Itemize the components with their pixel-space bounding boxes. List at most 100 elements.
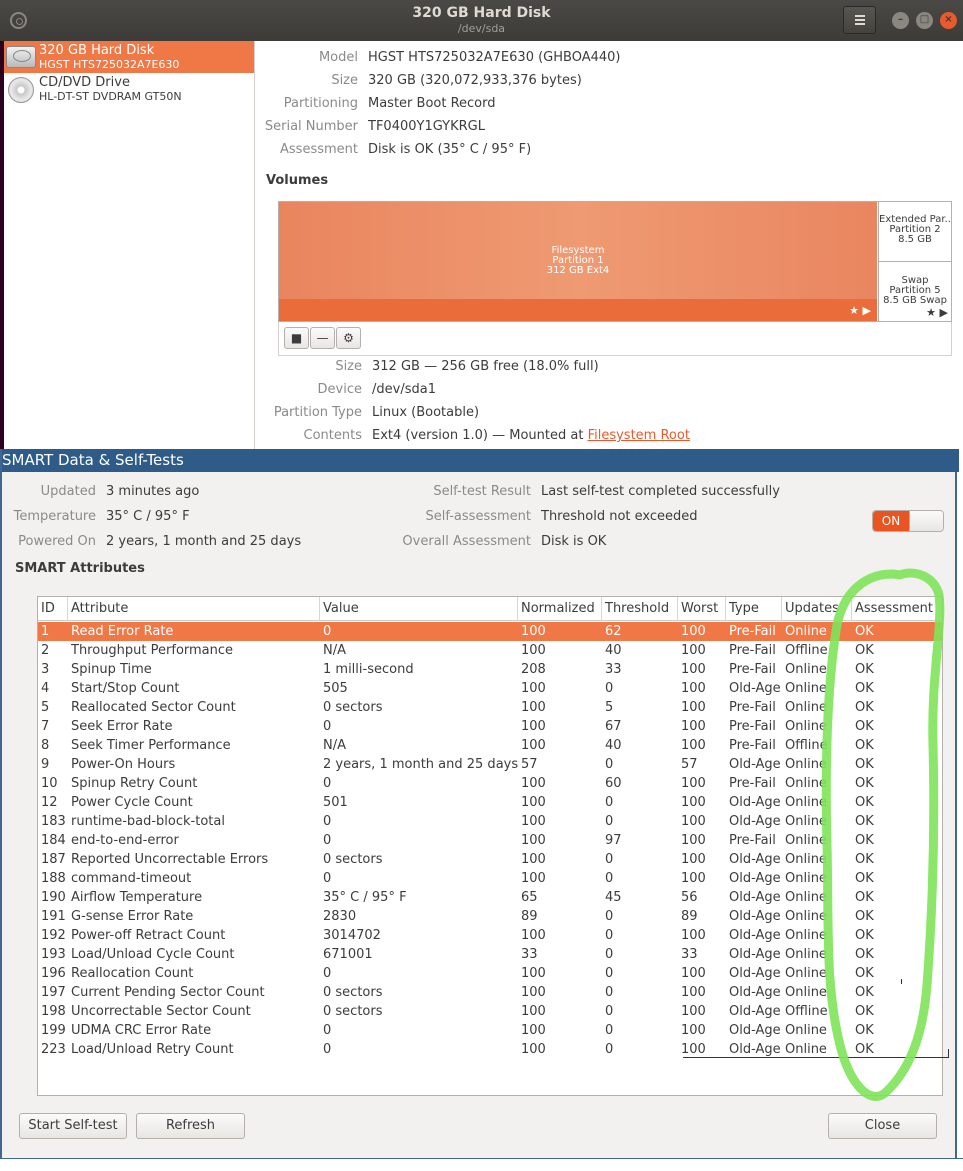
table-row[interactable]: 193 Load/Unload Cycle Count 671001 33 0 33 Old… bbox=[38, 945, 942, 964]
drive-item-cd[interactable]: CD/DVD Drive HL-DT-ST DVDRAM GT50N bbox=[4, 73, 254, 105]
partition-size: 312 GB — 256 GB free (18.0% full) bbox=[372, 359, 599, 374]
cell-threshold: 0 bbox=[605, 757, 614, 772]
mount-point-link[interactable]: Filesystem Root bbox=[588, 428, 690, 443]
close-button[interactable]: Close bbox=[828, 1113, 937, 1139]
header-col-threshold[interactable]: Threshold bbox=[602, 597, 678, 621]
cell-id: 191 bbox=[41, 909, 66, 924]
header-col-id[interactable]: ID bbox=[38, 597, 68, 621]
cell-threshold: 0 bbox=[605, 928, 614, 943]
table-row[interactable]: 9 Power-On Hours 2 years, 1 month and 25 d… bbox=[38, 755, 942, 774]
cell-id: 193 bbox=[41, 947, 66, 962]
table-row[interactable]: 198 Uncorrectable Sector Count 0 sectors 10… bbox=[38, 1002, 942, 1021]
table-row[interactable]: 188 command-timeout 0 100 0 100 Old-Age Online O… bbox=[38, 869, 942, 888]
cell-normalized: 100 bbox=[521, 871, 546, 886]
cell-assessment: OK bbox=[855, 700, 874, 715]
header-col-updates[interactable]: Updates bbox=[782, 597, 852, 621]
minimize-button[interactable]: – bbox=[892, 12, 909, 29]
header-col-normalized[interactable]: Normalized bbox=[518, 597, 602, 621]
table-row[interactable]: 7 Seek Error Rate 0 100 67 100 Pre-Fail Online O… bbox=[38, 717, 942, 736]
table-body: 1 Read Error Rate 0 100 62 100 Pre-Fail Online O… bbox=[38, 622, 942, 1059]
cell-value: 35° C / 95° F bbox=[323, 890, 407, 905]
table-row[interactable]: 191 G-sense Error Rate 2830 89 0 89 Old-Age Onl… bbox=[38, 907, 942, 926]
cell-type: Pre-Fail bbox=[729, 776, 776, 791]
cell-attribute: Power-off Retract Count bbox=[71, 928, 226, 943]
table-row[interactable]: 183 runtime-bad-block-total 0 100 0 100 Old-Ag… bbox=[38, 812, 942, 831]
table-row[interactable]: 8 Seek Timer Performance N/A 100 40 100 Pre-Fa… bbox=[38, 736, 942, 755]
desktop-edge bbox=[0, 41, 4, 451]
cell-assessment: OK bbox=[855, 909, 874, 924]
remove-partition-button[interactable]: — bbox=[310, 327, 335, 349]
cell-id: 192 bbox=[41, 928, 66, 943]
table-row[interactable]: 192 Power-off Retract Count 3014702 100 0 100… bbox=[38, 926, 942, 945]
cell-normalized: 89 bbox=[521, 909, 538, 924]
menu-button[interactable] bbox=[843, 6, 876, 34]
cell-value: 671001 bbox=[323, 947, 373, 962]
cell-updates: Online bbox=[785, 814, 827, 829]
partition-settings-button[interactable]: ⚙ bbox=[336, 327, 361, 349]
smart-toggle[interactable]: ON bbox=[872, 510, 944, 532]
cell-type: Pre-Fail bbox=[729, 738, 776, 753]
cell-value: 3014702 bbox=[323, 928, 381, 943]
cell-value: 0 sectors bbox=[323, 852, 383, 867]
cell-id: 197 bbox=[41, 985, 66, 1000]
cell-id: 5 bbox=[41, 700, 50, 715]
table-row[interactable]: 12 Power Cycle Count 501 100 0 100 Old-Age Onli… bbox=[38, 793, 942, 812]
close-window-button[interactable]: × bbox=[940, 12, 957, 29]
header-col-worst[interactable]: Worst bbox=[678, 597, 726, 621]
header-col-assessment[interactable]: Assessment bbox=[852, 597, 942, 621]
cell-attribute: Power Cycle Count bbox=[71, 795, 193, 810]
cell-id: 2 bbox=[41, 643, 50, 658]
cell-assessment: OK bbox=[855, 681, 874, 696]
table-row[interactable]: 184 end-to-end-error 0 100 97 100 Pre-Fail Onli… bbox=[38, 831, 942, 850]
table-row[interactable]: 4 Start/Stop Count 505 100 0 100 Old-Age Online… bbox=[38, 679, 942, 698]
cell-assessment: OK bbox=[855, 947, 874, 962]
label-updated: Updated bbox=[40, 484, 96, 499]
cell-id: 8 bbox=[41, 738, 50, 753]
maximize-button[interactable]: □ bbox=[916, 12, 933, 29]
cell-attribute: Uncorrectable Sector Count bbox=[71, 1004, 251, 1019]
optical-disc-icon bbox=[8, 77, 34, 103]
cell-updates: Offline bbox=[785, 643, 828, 658]
stop-button[interactable]: ■ bbox=[284, 327, 309, 349]
cell-attribute: Load/Unload Retry Count bbox=[71, 1042, 234, 1057]
cell-worst: 100 bbox=[681, 852, 706, 867]
volume-partition-2[interactable]: Extended Par... Partition 2 8.5 GB bbox=[878, 202, 951, 262]
label-model: Model bbox=[318, 50, 358, 65]
cell-type: Pre-Fail bbox=[729, 833, 776, 848]
toggle-knob bbox=[909, 511, 943, 531]
table-row[interactable]: 3 Spinup Time 1 milli-second 208 33 100 Pre-Fa… bbox=[38, 660, 942, 679]
table-row[interactable]: 1 Read Error Rate 0 100 62 100 Pre-Fail Online O… bbox=[38, 622, 942, 641]
drive-item-hdd[interactable]: 320 GB Hard Disk HGST HTS725032A7E630 bbox=[4, 41, 254, 73]
cell-type: Old-Age bbox=[729, 757, 781, 772]
volume-partition-1[interactable]: Filesystem Partition 1 312 GB Ext4 ★ ▶ bbox=[279, 202, 877, 321]
cell-id: 9 bbox=[41, 757, 50, 772]
smart-attributes-table[interactable]: ID Attribute Value Normalized Threshold Worst… bbox=[37, 596, 943, 1096]
header-col-type[interactable]: Type bbox=[726, 597, 782, 621]
table-row[interactable]: 187 Reported Uncorrectable Errors 0 sector… bbox=[38, 850, 942, 869]
table-row[interactable]: 196 Reallocation Count 0 100 0 100 Old-Age Onli… bbox=[38, 964, 942, 983]
cell-attribute: G-sense Error Rate bbox=[71, 909, 194, 924]
smart-self-assessment: Threshold not exceeded bbox=[541, 509, 698, 524]
cell-updates: Online bbox=[785, 700, 827, 715]
table-row[interactable]: 5 Reallocated Sector Count 0 sectors 100 5 10… bbox=[38, 698, 942, 717]
table-row[interactable]: 2 Throughput Performance N/A 100 40 100 Pre-Fa… bbox=[38, 641, 942, 660]
cell-type: Pre-Fail bbox=[729, 700, 776, 715]
table-row[interactable]: 10 Spinup Retry Count 0 100 60 100 Pre-Fail Onl… bbox=[38, 774, 942, 793]
cell-attribute: Spinup Retry Count bbox=[71, 776, 198, 791]
table-row[interactable]: 197 Current Pending Sector Count 0 sectors… bbox=[38, 983, 942, 1002]
volume-size: 312 GB Ext4 bbox=[546, 265, 610, 276]
table-row[interactable]: 199 UDMA CRC Error Rate 0 100 0 100 Old-Age Onl… bbox=[38, 1021, 942, 1040]
volume-partition-5[interactable]: Swap Partition 5 8.5 GB Swap ★ ▶ bbox=[878, 262, 951, 321]
cell-threshold: 0 bbox=[605, 947, 614, 962]
start-self-test-button[interactable]: Start Self-test bbox=[19, 1113, 127, 1139]
cell-attribute: Reallocation Count bbox=[71, 966, 194, 981]
refresh-button[interactable]: Refresh bbox=[136, 1113, 245, 1139]
table-row[interactable]: 190 Airflow Temperature 35° C / 95° F 65 45 5… bbox=[38, 888, 942, 907]
header-col-attribute[interactable]: Attribute bbox=[68, 597, 320, 621]
volume-toolbar: ■ — ⚙ bbox=[278, 322, 952, 356]
minus-icon: — bbox=[316, 331, 329, 345]
cell-value: N/A bbox=[323, 643, 346, 658]
cell-normalized: 100 bbox=[521, 795, 546, 810]
header-col-value[interactable]: Value bbox=[320, 597, 518, 621]
cell-worst: 89 bbox=[681, 909, 698, 924]
